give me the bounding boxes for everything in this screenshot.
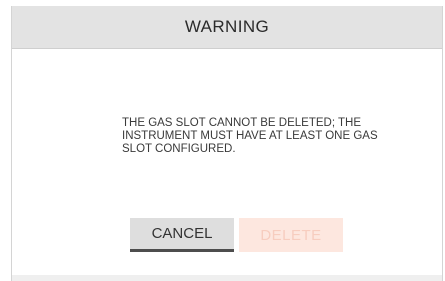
dialog-title: WARNING bbox=[184, 17, 270, 36]
delete-button[interactable]: DELETE bbox=[239, 218, 343, 252]
dialog-footer-strip bbox=[12, 275, 442, 281]
dialog-header: WARNING bbox=[12, 6, 442, 49]
warning-dialog: WARNING THE GAS SLOT CANNOT BE DELETED; … bbox=[11, 6, 443, 281]
dialog-message: THE GAS SLOT CANNOT BE DELETED; THE INST… bbox=[122, 117, 378, 155]
cancel-button[interactable]: CANCEL bbox=[130, 218, 234, 252]
